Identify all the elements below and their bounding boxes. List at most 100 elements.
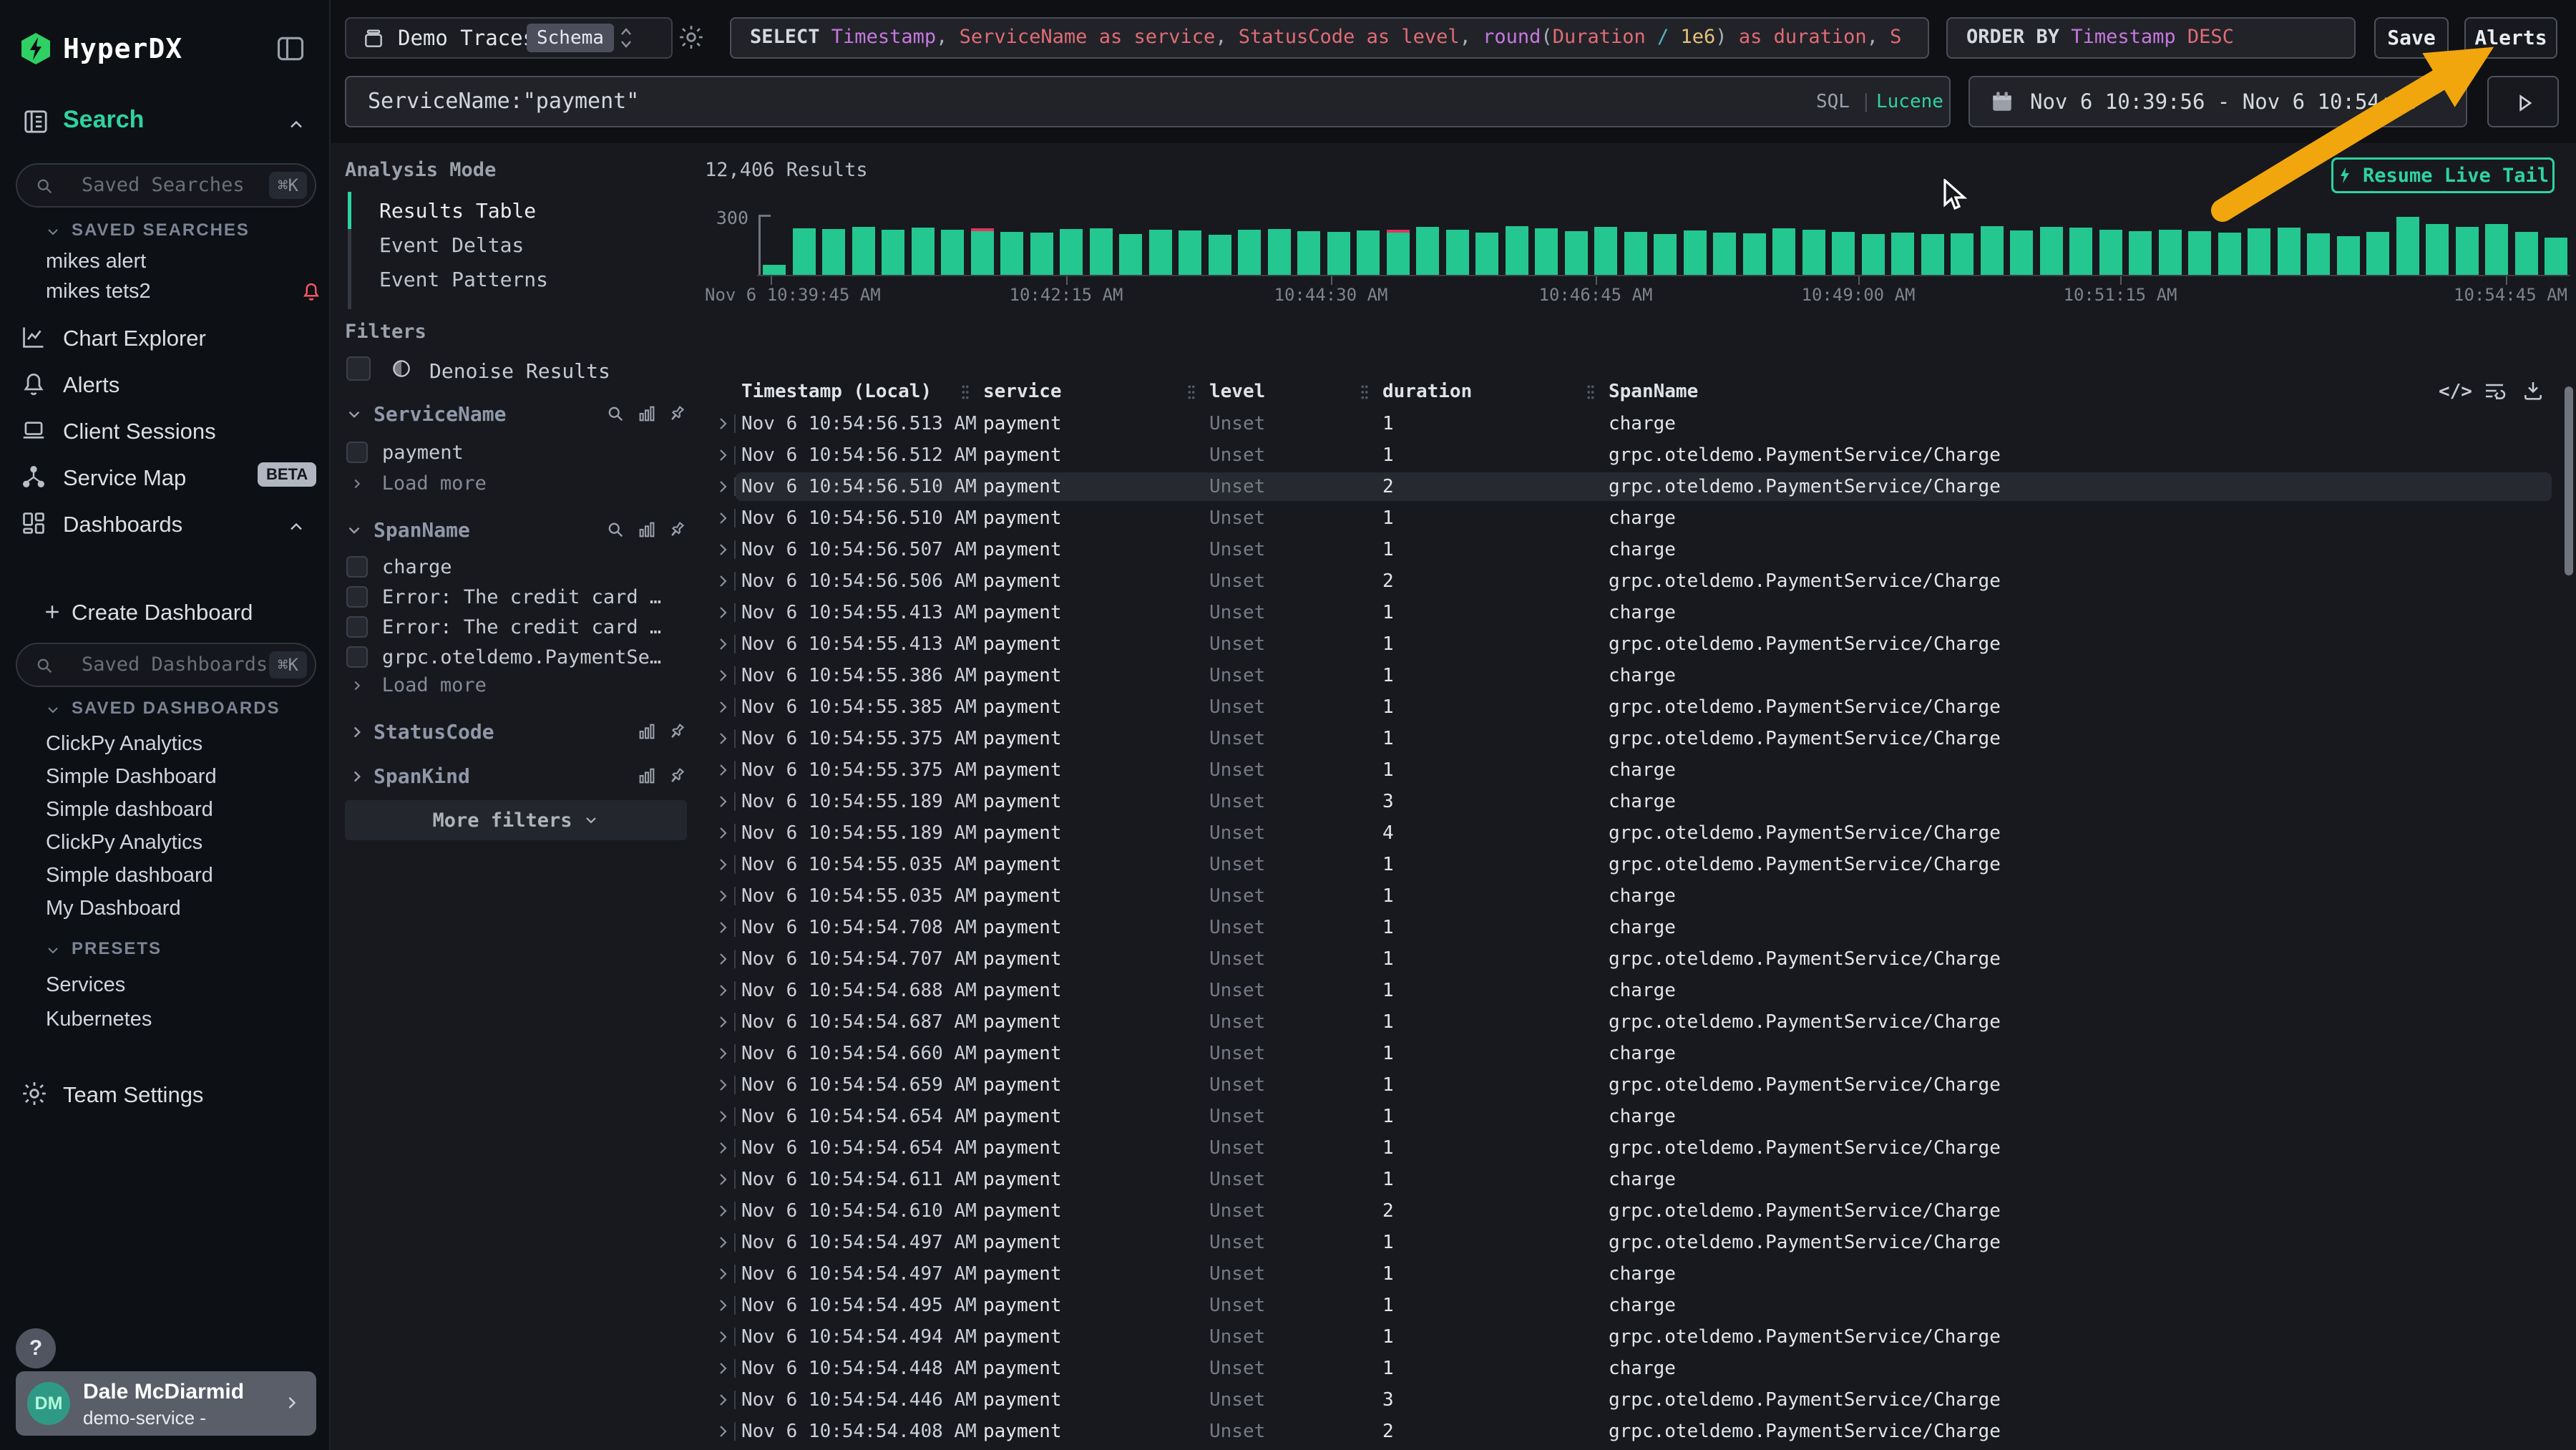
histogram-bar[interactable] [1594,227,1617,275]
row-expand-icon[interactable] [714,1171,731,1188]
facet-statuscode-label[interactable]: StatusCode [374,720,494,744]
download-icon[interactable] [2522,379,2545,402]
histogram-bar[interactable] [1506,226,1528,275]
chevron-down-icon[interactable] [44,942,62,959]
histogram-bar[interactable] [1119,234,1142,275]
table-row[interactable]: Nov 6 10:54:55.386 AMpaymentUnset1charge [708,660,2562,691]
histogram-bar[interactable] [1832,232,1855,275]
row-expand-icon[interactable] [714,1360,731,1377]
histogram-bar[interactable] [1297,231,1320,275]
table-row[interactable]: Nov 6 10:54:56.507 AMpaymentUnset1charge [708,534,2562,565]
search-query-input[interactable]: ServiceName:"payment" SQL | Lucene [345,76,1951,127]
histogram-bar[interactable] [2218,233,2241,275]
table-row[interactable]: Nov 6 10:54:54.660 AMpaymentUnset1charge [708,1038,2562,1069]
row-expand-icon[interactable] [714,1013,731,1031]
row-expand-icon[interactable] [714,573,731,590]
table-row[interactable]: Nov 6 10:54:55.189 AMpaymentUnset3charge [708,786,2562,817]
row-expand-icon[interactable] [714,950,731,968]
row-expand-icon[interactable] [714,793,731,810]
drag-handle-icon[interactable] [1360,384,1370,401]
row-expand-icon[interactable] [714,447,731,464]
facet-checkbox[interactable] [346,586,368,608]
row-expand-icon[interactable] [714,824,731,842]
more-filters-button[interactable]: More filters [345,800,687,840]
histogram-bar[interactable] [941,230,964,275]
table-row[interactable]: Nov 6 10:54:54.654 AMpaymentUnset1charge [708,1101,2562,1132]
histogram-bar[interactable] [1238,230,1261,275]
saved-search-item[interactable]: mikes tets2 [46,276,329,306]
table-row[interactable]: Nov 6 10:54:54.494 AMpaymentUnset1grpc.o… [708,1321,2562,1353]
histogram-bar[interactable] [2396,217,2419,275]
row-expand-icon[interactable] [714,1076,731,1094]
facet-pin-icon[interactable] [667,721,687,741]
mode-event-patterns[interactable]: Event Patterns [379,268,548,291]
row-expand-icon[interactable] [714,1234,731,1251]
histogram-bar[interactable] [1327,232,1350,275]
histogram-bar[interactable] [1090,228,1113,275]
histogram-bar[interactable] [1624,232,1647,275]
facet-item[interactable]: Error: The credit card … [346,613,683,643]
histogram-bar[interactable] [2366,232,2389,275]
presets-header[interactable]: PRESETS [72,939,162,959]
histogram-bar[interactable] [1149,230,1172,275]
column-header-spanname[interactable]: SpanName [1609,381,1698,402]
histogram-bar[interactable] [1891,233,1914,275]
histogram-bar[interactable] [2010,230,2033,275]
table-row[interactable]: Nov 6 10:54:55.035 AMpaymentUnset1grpc.o… [708,849,2562,880]
table-row[interactable]: Nov 6 10:54:55.189 AMpaymentUnset4grpc.o… [708,817,2562,849]
saved-dashboard-item[interactable]: ClickPy Analytics [46,727,329,760]
table-row[interactable]: Nov 6 10:54:55.385 AMpaymentUnset1grpc.o… [708,691,2562,723]
histogram-bar[interactable] [2515,232,2538,275]
facet-checkbox[interactable] [346,556,368,578]
chevron-down-icon[interactable] [345,405,364,424]
facet-chart-icon[interactable] [637,404,657,424]
order-by-input[interactable]: ORDER BY Timestamp DESC [1946,17,2356,59]
table-row[interactable]: Nov 6 10:54:54.707 AMpaymentUnset1grpc.o… [708,943,2562,975]
table-row[interactable]: Nov 6 10:54:56.512 AMpaymentUnset1grpc.o… [708,439,2562,471]
row-expand-icon[interactable] [714,478,731,495]
histogram-bar[interactable] [1981,226,2004,275]
table-row[interactable]: Nov 6 10:54:54.687 AMpaymentUnset1grpc.o… [708,1006,2562,1038]
view-code-icon[interactable]: </> [2439,381,2472,402]
saved-dashboard-item[interactable]: Simple Dashboard [46,760,329,793]
facet-pin-icon[interactable] [667,404,687,424]
histogram-bar[interactable] [763,265,786,275]
language-toggle-sql[interactable]: SQL [1816,77,1850,126]
preset-item[interactable]: Services [46,968,329,1002]
sidebar-item-chart-explorer[interactable]: Chart Explorer [63,326,206,351]
histogram-bar[interactable] [2099,230,2122,275]
histogram-bar[interactable] [971,228,994,275]
histogram-bar[interactable] [822,229,845,275]
histogram-bar[interactable] [1951,233,1974,275]
sidebar-item-search[interactable]: Search [63,106,144,134]
row-expand-icon[interactable] [714,1328,731,1346]
facet-chart-icon[interactable] [637,766,657,786]
histogram-bar[interactable] [1654,234,1677,275]
saved-dashboard-item[interactable]: ClickPy Analytics [46,826,329,859]
saved-dashboards-input[interactable]: Saved Dashboards ⌘K [16,643,316,687]
drag-handle-icon[interactable] [1586,384,1596,401]
table-row[interactable]: Nov 6 10:54:54.659 AMpaymentUnset1grpc.o… [708,1069,2562,1101]
histogram-bar[interactable] [1684,230,1707,275]
histogram-bar[interactable] [1268,229,1291,275]
facet-chart-icon[interactable] [637,721,657,741]
run-query-button[interactable] [2487,76,2559,127]
mode-results-table[interactable]: Results Table [379,199,536,223]
histogram-bar[interactable] [2188,231,2211,275]
collapse-sidebar-icon[interactable] [275,33,306,64]
histogram-bar[interactable] [882,230,904,275]
table-row[interactable]: Nov 6 10:54:56.506 AMpaymentUnset2grpc.o… [708,565,2562,597]
row-expand-icon[interactable] [714,699,731,716]
table-row[interactable]: Nov 6 10:54:54.448 AMpaymentUnset1charge [708,1353,2562,1384]
scrollbar-thumb[interactable] [2565,386,2573,575]
create-dashboard-button[interactable]: Create Dashboard [72,600,253,626]
facet-item[interactable]: grpc.oteldemo.PaymentSe… [346,643,683,673]
row-expand-icon[interactable] [714,636,731,653]
saved-dashboard-item[interactable]: Simple dashboard [46,859,329,892]
alerts-button[interactable]: Alerts [2464,17,2557,59]
table-row[interactable]: Nov 6 10:54:54.611 AMpaymentUnset1charge [708,1164,2562,1195]
facet-servicename-load-more[interactable]: Load more [349,472,487,495]
facet-item[interactable]: charge [346,553,683,583]
histogram-bar[interactable] [1387,230,1410,275]
facet-checkbox[interactable] [346,442,368,463]
